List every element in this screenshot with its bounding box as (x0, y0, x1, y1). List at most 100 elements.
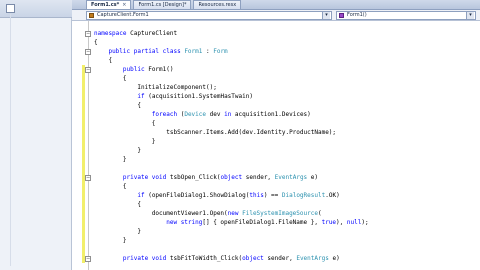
code-token: CaptureClient (130, 30, 178, 37)
code-line[interactable]: if (openFileDialog1.ShowDialog(this) == … (94, 191, 340, 200)
code-token: { (94, 75, 127, 82)
code-line[interactable]: private void tsbFitToWidth_Click(object … (94, 254, 340, 263)
code-line[interactable]: { (94, 56, 112, 65)
code-token: } (94, 156, 127, 163)
code-line[interactable]: } (94, 227, 141, 236)
tab-form1-cs[interactable]: Form1.cs* × (86, 0, 132, 9)
navigation-bar: CaptureClient.Form1 ▾ Form1() ▾ (72, 10, 480, 21)
close-icon[interactable]: × (122, 2, 126, 8)
code-token: EventArgs (296, 255, 329, 262)
code-line[interactable]: { (94, 38, 98, 47)
tab-resources-resx[interactable]: Resources.resx (193, 0, 242, 9)
class-dropdown[interactable]: CaptureClient.Form1 ▾ (86, 11, 332, 20)
tab-form1-design[interactable]: Form1.cs [Design]* (133, 0, 192, 9)
change-tracking-bar (82, 65, 85, 173)
code-token: e) (328, 255, 340, 262)
code-token: public partial class (108, 48, 185, 55)
code-token: .OK) (325, 192, 340, 199)
code-token: if (137, 93, 145, 100)
code-token: Form1() (148, 66, 174, 73)
class-icon (89, 13, 94, 18)
code-token: object (242, 255, 264, 262)
code-token: foreach (151, 111, 178, 118)
code-line[interactable]: { (94, 101, 141, 110)
code-token: sender, (263, 255, 297, 262)
tree-expand-icon[interactable] (6, 4, 15, 13)
collapse-icon[interactable]: − (85, 49, 91, 55)
code-token: tsbOpen_Click( (169, 174, 221, 181)
code-token: this (249, 192, 264, 199)
chevron-down-icon[interactable]: ▾ (322, 12, 330, 19)
collapse-icon[interactable]: − (85, 256, 91, 262)
chevron-down-icon[interactable]: ▾ (466, 12, 474, 19)
class-dropdown-value: CaptureClient.Form1 (97, 12, 149, 18)
code-token: ), (336, 219, 347, 226)
solution-explorer-panel (0, 0, 72, 270)
code-line[interactable]: new string[] { openFileDialog1.FileName … (94, 218, 369, 227)
code-line[interactable]: } (94, 236, 127, 245)
tab-label: Form1.cs* (91, 2, 120, 8)
code-line[interactable]: foreach (Device dev in acquisition1.Devi… (94, 110, 311, 119)
code-line[interactable]: } (94, 146, 141, 155)
code-editor[interactable]: − − − − − namespace CaptureClient{ publi… (72, 21, 480, 270)
code-line[interactable]: documentViewer1.Open(new FileSystemImage… (94, 209, 322, 218)
code-token: dev (206, 111, 225, 118)
method-icon (339, 13, 344, 18)
code-line[interactable]: public Form1() (94, 65, 174, 74)
collapse-icon[interactable]: − (85, 31, 91, 37)
code-token: null (346, 219, 362, 226)
code-token: acquisition1.Devices) (231, 111, 311, 118)
code-token: new string (166, 219, 203, 226)
collapse-icon[interactable]: − (85, 67, 91, 73)
code-line[interactable]: InitializeComponent(); (94, 83, 217, 92)
code-token: private void (122, 255, 170, 262)
code-token: tsbScanner.Items.Add(dev.Identity.Produc… (94, 129, 337, 136)
code-line[interactable]: { (94, 182, 127, 191)
code-token: ) == (263, 192, 282, 199)
code-token: tsbFitToWidth_Click( (169, 255, 243, 262)
code-token: true (321, 219, 337, 226)
code-token: Form1 (184, 48, 203, 55)
code-token: if (137, 192, 145, 199)
tree-guide-line (10, 14, 11, 266)
code-token: (acquisition1.SystemHasTwain) (144, 93, 253, 100)
code-token: } (94, 147, 141, 154)
code-line[interactable]: tsbScanner.Items.Add(dev.Identity.Produc… (94, 128, 336, 137)
code-token: new (227, 210, 243, 217)
code-token: FileSystemImageSource (242, 210, 318, 217)
code-line[interactable]: { (94, 119, 156, 128)
code-token: public (122, 66, 149, 73)
member-dropdown-value: Form1() (347, 12, 367, 18)
code-token: { (94, 57, 113, 64)
code-token: namespace (94, 30, 131, 37)
code-line[interactable]: } (94, 155, 127, 164)
code-token: ( (317, 210, 322, 217)
code-line[interactable]: public partial class Form1 : Form (94, 47, 227, 56)
tab-label: Form1.cs [Design]* (138, 2, 187, 8)
code-token: } (94, 138, 156, 145)
code-token: documentViewer1.Open( (94, 210, 228, 217)
code-line[interactable]: } (94, 137, 156, 146)
code-line[interactable]: private void tsbOpen_Click(object sender… (94, 173, 318, 182)
indicator-margin (72, 21, 82, 270)
collapse-icon[interactable]: − (85, 175, 91, 181)
code-token: ); (361, 219, 369, 226)
code-line[interactable]: { (94, 200, 141, 209)
code-line[interactable]: if (acquisition1.SystemHasTwain) (94, 92, 253, 101)
code-token: private void (122, 174, 170, 181)
code-token: Device (184, 111, 207, 118)
member-dropdown[interactable]: Form1() ▾ (336, 11, 476, 20)
code-token: } (94, 228, 141, 235)
code-token: { (94, 120, 156, 127)
code-token: InitializeComponent(); (94, 84, 217, 91)
code-token: sender, (242, 174, 275, 181)
code-line[interactable]: { (94, 74, 127, 83)
code-line[interactable]: namespace CaptureClient (94, 29, 177, 38)
